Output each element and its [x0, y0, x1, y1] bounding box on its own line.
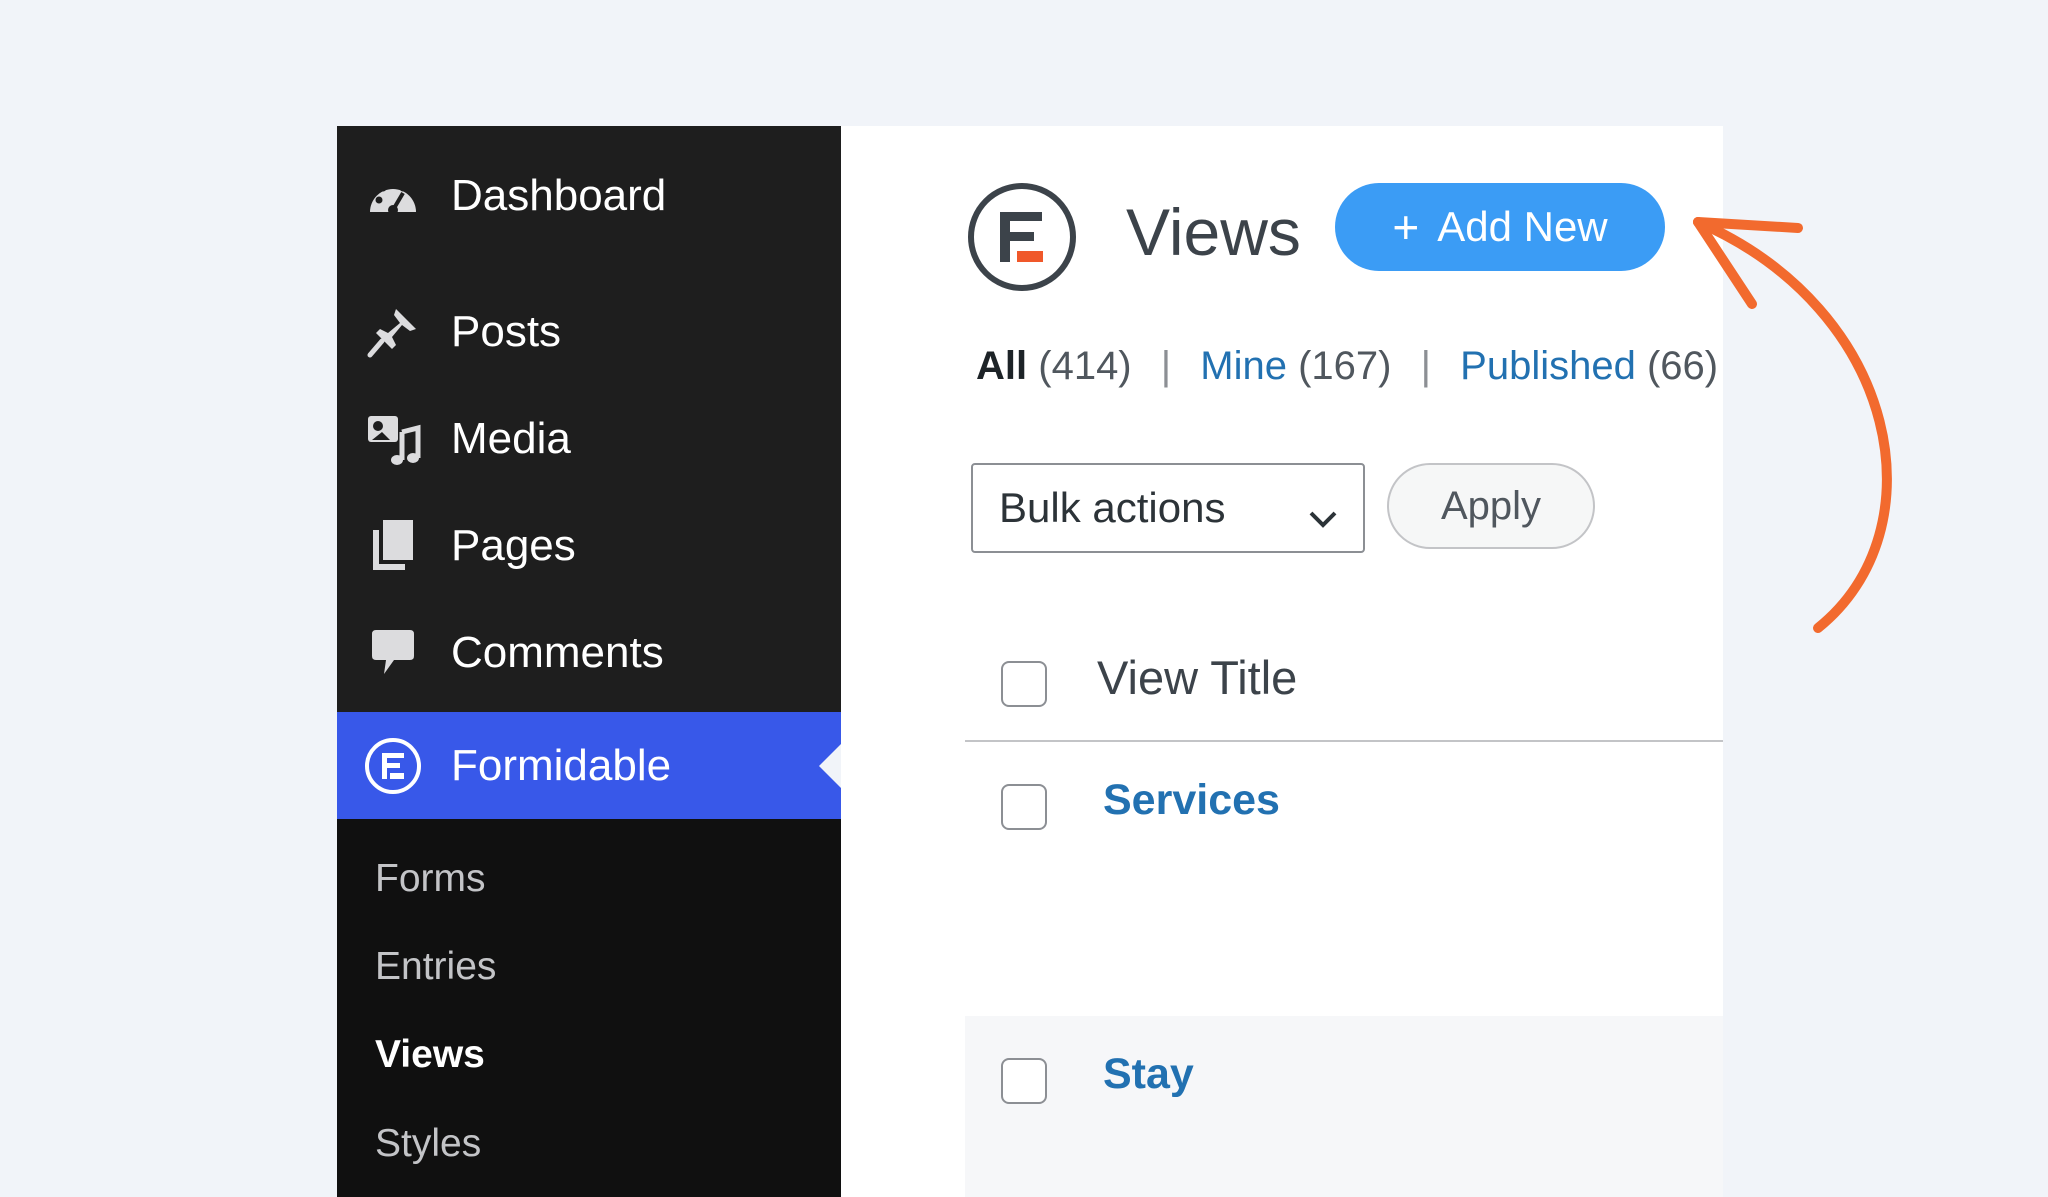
filter-all[interactable]: All [976, 344, 1027, 388]
filter-published[interactable]: Published [1460, 344, 1636, 388]
filter-separator: | [1420, 344, 1432, 388]
add-new-label: Add New [1437, 203, 1608, 250]
filter-mine[interactable]: Mine [1200, 344, 1287, 388]
status-filters: All (414) | Mine (167) | Published (66) [976, 344, 1718, 389]
bulk-actions-value: Bulk actions [999, 484, 1226, 531]
curved-arrow-icon [1693, 217, 1892, 633]
row-checkbox[interactable] [1001, 1058, 1047, 1104]
comments-icon [363, 623, 423, 683]
pin-icon [363, 302, 423, 362]
filter-mine-count: (167) [1298, 344, 1392, 388]
chevron-down-icon [1305, 493, 1341, 541]
sidebar-item-label: Formidable [451, 740, 672, 790]
row-checkbox[interactable] [1001, 784, 1047, 830]
plus-icon: + [1392, 201, 1420, 253]
sidebar-item-comments[interactable]: Comments [337, 599, 841, 706]
sidebar-item-label: Posts [451, 306, 562, 356]
sidebar-item-formidable[interactable]: Formidable [337, 712, 841, 819]
sidebar-item-label: Media [451, 413, 571, 463]
sidebar-item-label: Pages [451, 520, 576, 570]
filter-all-count: (414) [1038, 344, 1132, 388]
dashboard-icon [363, 166, 423, 226]
header-divider [965, 740, 1723, 742]
pages-icon [363, 516, 423, 576]
admin-menu: Dashboard Posts Media Pages Comments For… [337, 126, 841, 1197]
submenu-item-forms[interactable]: Forms [375, 857, 486, 901]
sidebar-item-label: Dashboard [451, 170, 667, 220]
submenu-item-entries[interactable]: Entries [375, 945, 496, 989]
select-all-checkbox[interactable] [1001, 661, 1047, 707]
sidebar-item-posts[interactable]: Posts [337, 278, 841, 385]
media-icon [363, 409, 423, 469]
sidebar-item-pages[interactable]: Pages [337, 492, 841, 599]
sidebar-item-media[interactable]: Media [337, 385, 841, 492]
submenu-item-styles[interactable]: Styles [375, 1122, 481, 1166]
submenu-item-views[interactable]: Views [375, 1033, 485, 1077]
view-title-link[interactable]: Stay [1103, 1050, 1194, 1099]
column-header-view-title[interactable]: View Title [1097, 650, 1297, 705]
view-title-link[interactable]: Services [1103, 776, 1280, 825]
filter-separator: | [1160, 344, 1172, 388]
formidable-icon [363, 736, 423, 796]
sidebar-item-dashboard[interactable]: Dashboard [337, 142, 841, 249]
sidebar-item-label: Comments [451, 627, 664, 677]
table-row [965, 1016, 1723, 1197]
apply-button[interactable]: Apply [1387, 463, 1595, 549]
views-list-panel: Views + Add New All (414) | Mine (167) |… [841, 126, 1723, 1197]
bulk-actions-select[interactable]: Bulk actions [971, 463, 1365, 553]
formidable-logo [967, 182, 1077, 292]
page-title: Views [1126, 195, 1301, 269]
add-new-button[interactable]: + Add New [1335, 183, 1665, 271]
formidable-submenu: Forms Entries Views Styles [337, 819, 841, 1197]
